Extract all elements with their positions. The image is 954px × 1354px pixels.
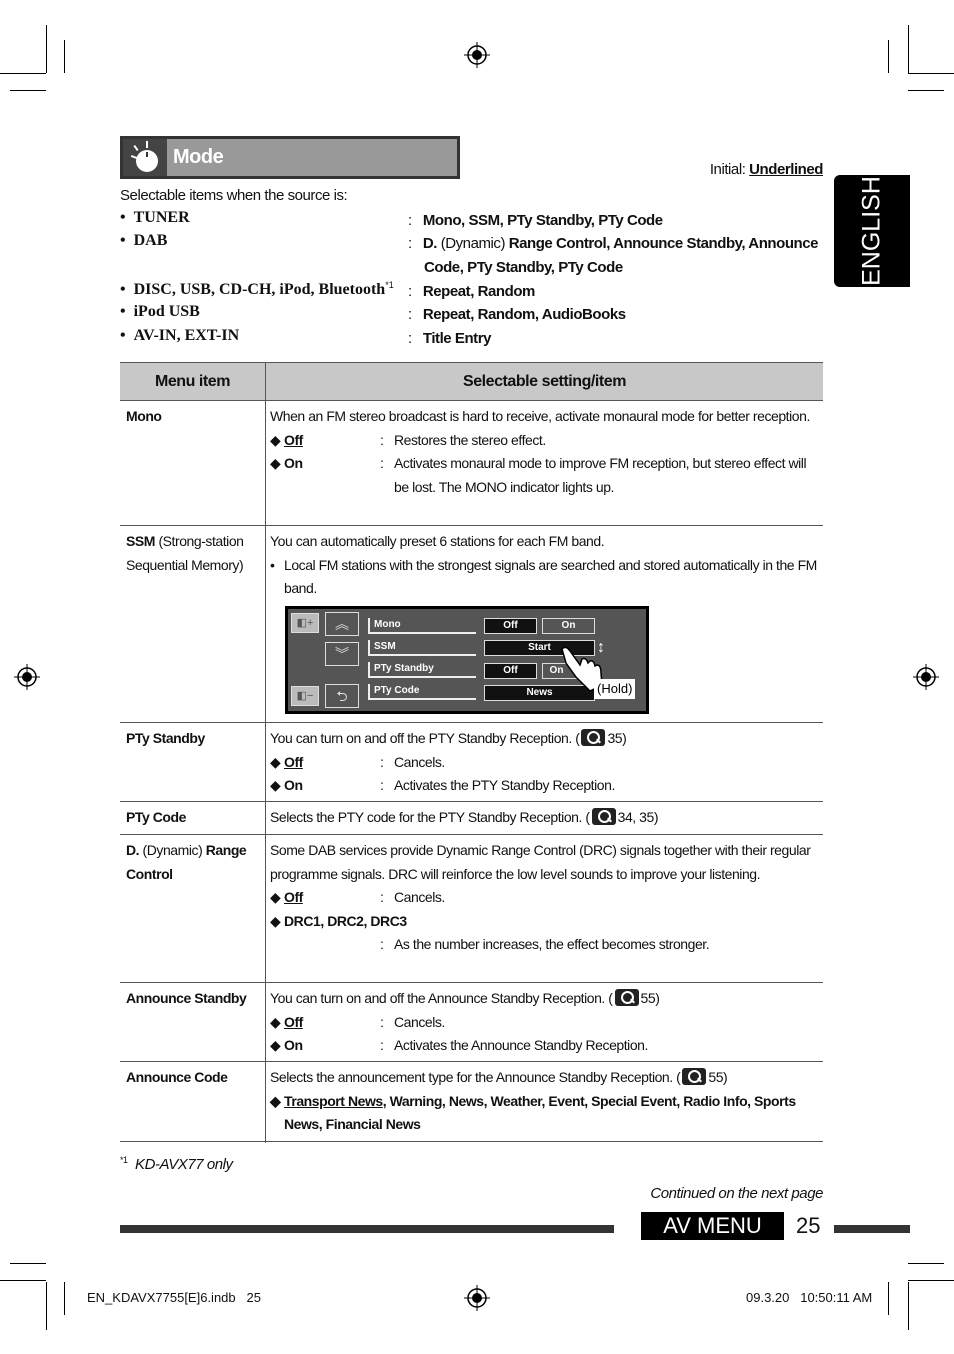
crop-mark <box>908 25 909 73</box>
source-item: • TUNER <box>120 209 190 226</box>
hold-label: (Hold) <box>594 679 636 699</box>
table-row: Announce Code Selects the announcement t… <box>120 1062 823 1142</box>
setting-description: You can automatically preset 6 stations … <box>270 533 817 596</box>
crop-mark <box>908 90 944 91</box>
setting-description: Selects the announcement type for the An… <box>270 1068 796 1132</box>
source-item: • iPod USB <box>120 303 200 320</box>
print-timestamp: 09.3.20 10:50:11 AM <box>746 1290 873 1305</box>
column-header-setting: Selectable setting/item <box>462 373 627 390</box>
source-settings: : Repeat, Random <box>408 283 535 300</box>
option: ◆ Off: Cancels. <box>270 889 445 905</box>
registration-mark-icon <box>464 42 490 68</box>
language-tab: ENGLISH <box>834 175 910 287</box>
option: ◆ On: Activates the PTY Standby Reception. <box>270 777 615 793</box>
setting-description: When an FM stereo broadcast is hard to r… <box>270 405 820 495</box>
source-settings: : Title Entry <box>408 330 491 347</box>
footer-rule <box>120 1225 614 1233</box>
page-number: 25 <box>796 1213 821 1238</box>
reference-icon <box>614 989 639 1006</box>
section-title: Mode <box>173 146 224 168</box>
setting-description: Some DAB services provide Dynamic Range … <box>270 839 820 957</box>
knob-icon <box>123 139 167 176</box>
source-settings: : D. (Dynamic) Range Control, Announce S… <box>408 235 819 276</box>
source-item: • DAB <box>120 232 168 249</box>
screen-mono-off-button: Off <box>484 618 537 634</box>
scroll-down-icon: ︾ <box>325 642 359 666</box>
crop-mark <box>0 1280 46 1281</box>
option: ◆ Off: Restores the stereo effect. <box>270 431 546 448</box>
column-header-menu-item: Menu item <box>154 373 231 390</box>
setting-description: You can turn on and off the PTY Standby … <box>270 727 820 798</box>
menu-item: PTy Code <box>126 809 186 825</box>
table-row: PTy Code Selects the PTY code for the PT… <box>120 802 823 835</box>
option: ◆ Off: Cancels. <box>270 753 445 770</box>
source-item: • DISC, USB, CD-CH, iPod, Bluetooth*1 <box>120 280 394 298</box>
crop-mark <box>0 73 46 74</box>
menu-item: SSM (Strong-station Sequential Memory) <box>126 533 244 573</box>
back-icon: ⮌ <box>325 684 359 708</box>
reference-icon <box>591 808 616 825</box>
screen-row-label: Mono <box>368 618 476 634</box>
reference-icon <box>581 729 606 746</box>
table-row: Mono When an FM stereo broadcast is hard… <box>120 401 823 526</box>
screen-pty-off-button: Off <box>484 663 537 679</box>
volume-up-icon: ◧+ <box>291 613 319 633</box>
screen-row-label: PTy Code <box>368 684 476 700</box>
device-screen-illustration: ◧+ ︽ ︾ ◧− ⮌ Mono SSM PTy Standby PTy Cod… <box>285 606 649 714</box>
crop-mark <box>64 1282 65 1315</box>
mode-title-bar: Mode <box>120 136 460 179</box>
option-description: : As the number increases, the effect bec… <box>380 936 710 952</box>
crop-mark <box>64 40 65 73</box>
menu-item: D. (Dynamic) Range Control <box>126 842 247 882</box>
footer-rule <box>834 1225 910 1233</box>
source-item: • AV-IN, EXT-IN <box>120 327 240 344</box>
registration-mark-icon <box>913 664 939 690</box>
table-row: PTy Standby You can turn on and off the … <box>120 723 823 802</box>
screen-row-label: SSM <box>368 640 476 656</box>
table-row: Announce Standby You can turn on and off… <box>120 983 823 1062</box>
crop-mark <box>46 1282 47 1330</box>
registration-mark-icon <box>14 664 40 690</box>
option: ◆ On: Activates monaural mode to improve F… <box>270 455 807 495</box>
menu-item: Mono <box>126 408 162 424</box>
registration-mark-icon <box>464 1285 490 1311</box>
intro-text: Selectable items when the source is: <box>120 187 348 204</box>
screen-row-label: PTy Standby <box>368 662 476 678</box>
source-settings: : Mono, SSM, PTy Standby, PTy Code <box>408 212 663 229</box>
table-header: Menu item Selectable setting/item <box>120 363 823 401</box>
source-settings: : Repeat, Random, AudioBooks <box>408 306 626 323</box>
volume-down-icon: ◧− <box>291 686 319 706</box>
setting-description: Selects the PTY code for the PTY Standby… <box>270 808 659 825</box>
crop-mark <box>908 1280 954 1281</box>
section-label: AV MENU <box>641 1212 784 1240</box>
crop-mark <box>10 1263 46 1264</box>
initial-note: Initial: Underlined <box>709 161 824 178</box>
setting-description: You can turn on and off the Announce Sta… <box>270 987 820 1058</box>
crop-mark <box>908 1263 944 1264</box>
settings-table: Menu item Selectable setting/item Mono W… <box>120 362 823 1143</box>
menu-item: PTy Standby <box>126 730 205 746</box>
crop-mark <box>46 25 47 73</box>
crop-mark <box>908 73 954 74</box>
option: ◆ On: Activates the Announce Standby Recep… <box>270 1037 648 1053</box>
scroll-up-icon: ︽ <box>325 612 359 636</box>
language-label: ENGLISH <box>857 176 886 286</box>
screen-mono-on-button: On <box>542 618 595 634</box>
print-file-info: EN_KDAVX7755[E]6.indb 25 <box>87 1290 261 1305</box>
crop-mark <box>888 40 889 73</box>
option: ◆ Off: Cancels. <box>270 1013 445 1030</box>
reference-icon <box>682 1068 707 1085</box>
footnote: *1 KD-AVX77 only <box>120 1155 233 1173</box>
crop-mark <box>908 1282 909 1330</box>
option: ◆ DRC1, DRC2, DRC3 <box>270 912 407 929</box>
crop-mark <box>888 1282 889 1315</box>
crop-mark <box>10 90 46 91</box>
table-row: D. (Dynamic) Range Control Some DAB serv… <box>120 835 823 983</box>
menu-item: Announce Code <box>126 1069 228 1085</box>
continued-note: Continued on the next page <box>650 1185 823 1202</box>
menu-item: Announce Standby <box>126 990 247 1006</box>
